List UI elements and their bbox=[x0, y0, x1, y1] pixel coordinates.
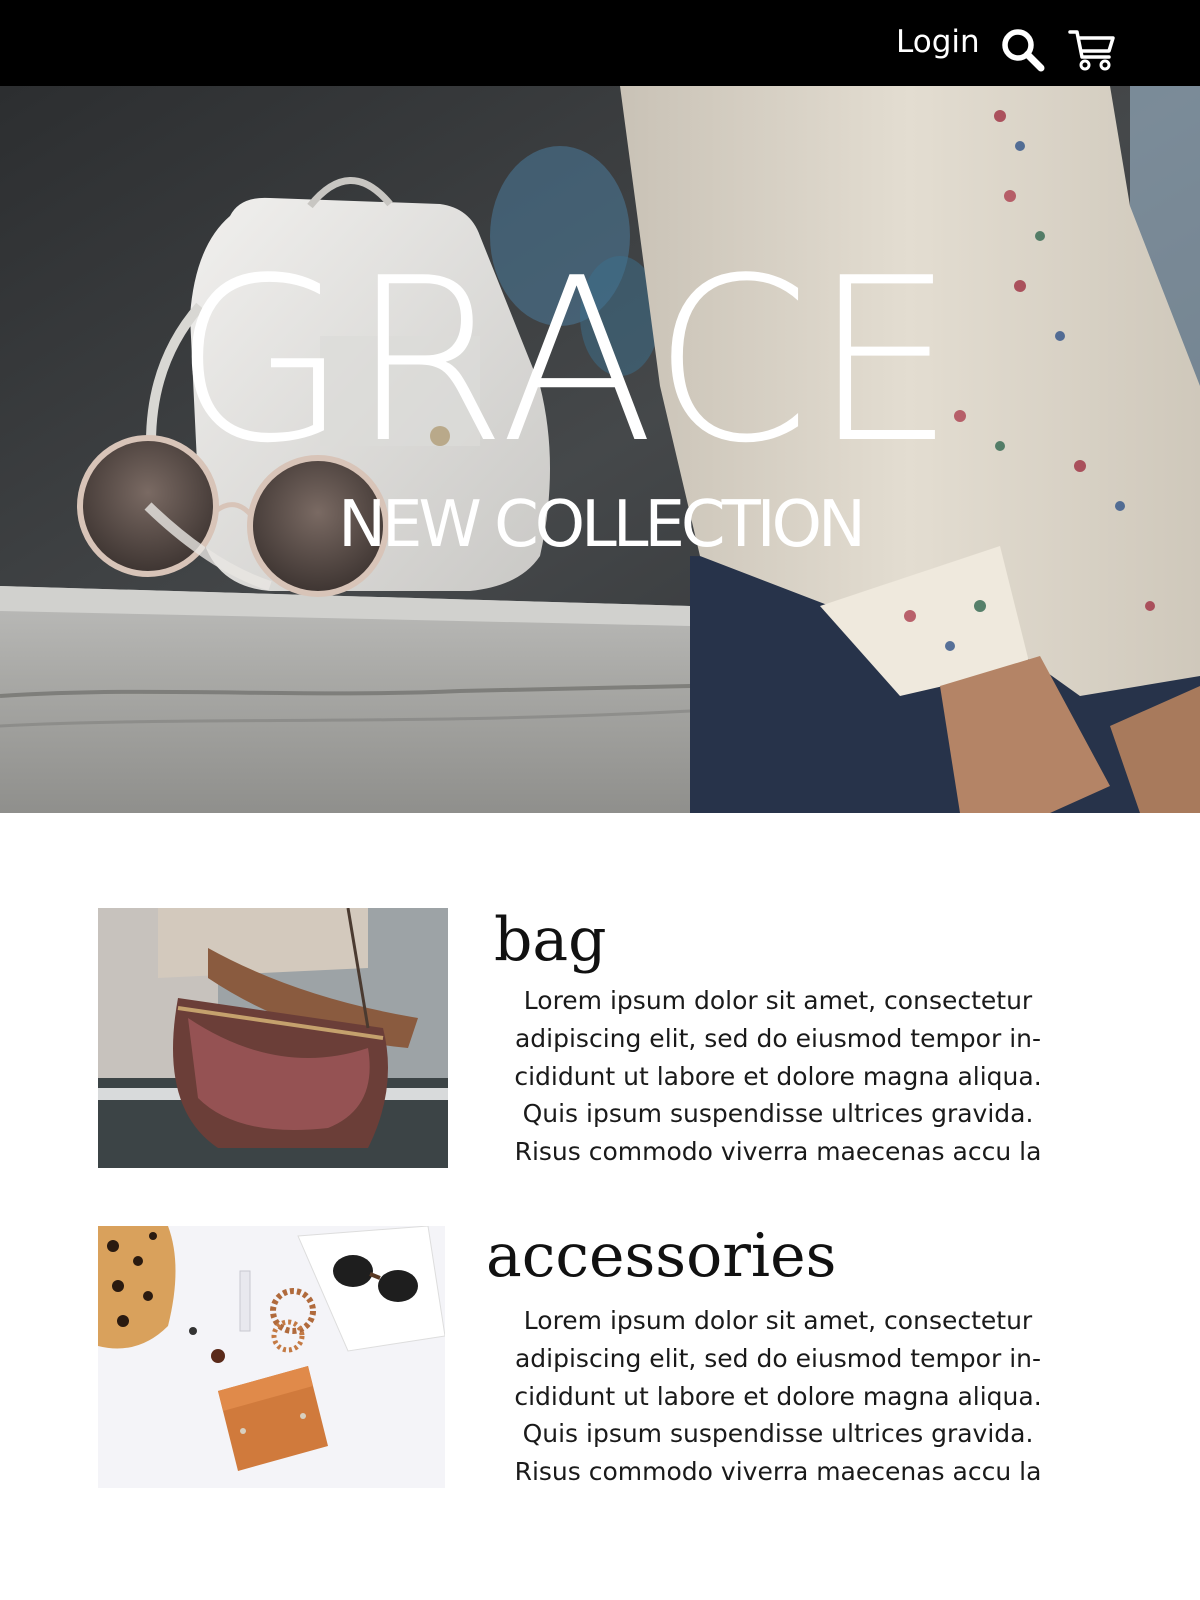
accessories-product-image[interactable] bbox=[98, 1226, 445, 1488]
hero-title: GRACE bbox=[172, 230, 958, 493]
search-icon[interactable] bbox=[1000, 27, 1046, 73]
accessories-description-line: Lorem ipsum dolor sit amet, consectetur bbox=[523, 1306, 1033, 1335]
hero-banner: GRACE NEW COLLECTION bbox=[0, 86, 1200, 813]
product-card-bag: bag Lorem ipsum dolor sit amet, consecte… bbox=[98, 906, 1078, 1171]
top-nav-bar: Login bbox=[0, 0, 1200, 86]
bag-description-line: Risus commodo viverra maecenas accu la bbox=[514, 1137, 1042, 1167]
accessories-title[interactable]: accessories bbox=[486, 1222, 836, 1290]
bag-description-line: adipiscing elit, sed do eiusmod tempor i… bbox=[514, 1023, 1042, 1053]
accessories-description-line: Quis ipsum suspendisse ultrices gravida. bbox=[522, 1419, 1034, 1449]
accessories-description-line: adipiscing elit, sed do eiusmod tempor i… bbox=[514, 1343, 1042, 1373]
bag-description-line: cididunt ut labore et dolore magna aliqu… bbox=[514, 1061, 1042, 1091]
bag-product-image[interactable] bbox=[98, 908, 448, 1168]
accessories-description-line: cididunt ut labore et dolore magna aliqu… bbox=[514, 1381, 1042, 1411]
hero-subtitle: NEW COLLECTION bbox=[338, 488, 866, 562]
accessories-description: Lorem ipsum dolor sit amet, consectetur … bbox=[478, 1302, 1078, 1491]
bag-title[interactable]: bag bbox=[494, 906, 607, 974]
bag-description-line: Quis ipsum suspendisse ultrices gravida. bbox=[522, 1099, 1034, 1129]
bag-description: Lorem ipsum dolor sit amet, consectetur … bbox=[478, 982, 1078, 1171]
login-link[interactable]: Login bbox=[896, 22, 980, 62]
cart-icon[interactable] bbox=[1068, 27, 1118, 73]
product-card-accessories: accessories Lorem ipsum dolor sit amet, … bbox=[98, 1222, 1078, 1491]
bag-description-line: Lorem ipsum dolor sit amet, consectetur bbox=[523, 986, 1033, 1015]
accessories-description-line: Risus commodo viverra maecenas accu la bbox=[514, 1457, 1042, 1487]
